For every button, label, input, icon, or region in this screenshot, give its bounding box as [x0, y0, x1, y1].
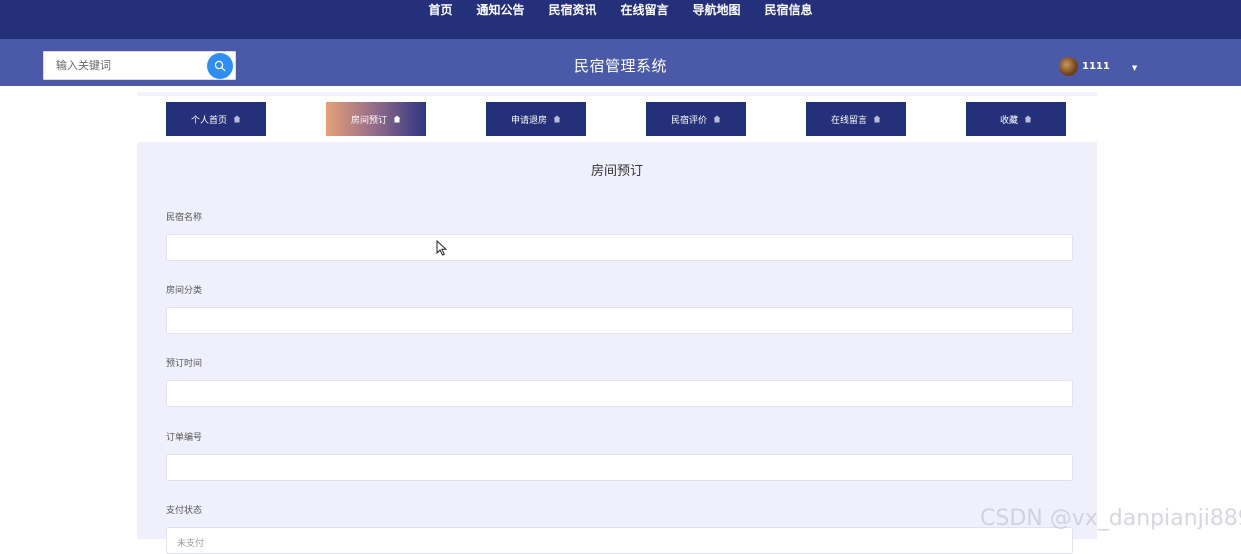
- field-value: 未支付: [177, 539, 205, 549]
- home-icon: [873, 115, 881, 123]
- tab-label: 申请退房: [510, 115, 547, 126]
- tab-label: 收藏: [999, 115, 1018, 126]
- booking-form-panel: 房间预订 民宿名称 房间分类 预订时间 订单编号 支付状态 未支付: [137, 142, 1097, 554]
- room-category-field[interactable]: [166, 307, 1073, 334]
- tab-checkout-request[interactable]: 申请退房: [486, 102, 586, 136]
- watermark: CSDN @vx_danpianji889: [980, 506, 1241, 531]
- top-navigation: 首页 通知公告 民宿资讯 在线留言 导航地图 民宿信息: [0, 0, 1241, 39]
- home-icon: [233, 115, 241, 123]
- field-label-room-category: 房间分类: [166, 286, 203, 296]
- center-tabs: 个人首页 房间预订 申请退房 民宿评价 在线留言 收藏: [137, 96, 1097, 142]
- home-icon: [393, 115, 401, 123]
- tab-favorites[interactable]: 收藏: [966, 102, 1066, 136]
- field-label-order-number: 订单编号: [166, 433, 203, 443]
- field-label-homestay-name: 民宿名称: [166, 213, 203, 223]
- tab-label: 民宿评价: [670, 115, 707, 126]
- nav-item-map[interactable]: 导航地图: [693, 1, 741, 18]
- home-icon: [1024, 115, 1032, 123]
- payment-status-field[interactable]: 未支付: [166, 527, 1073, 554]
- tab-homestay-review[interactable]: 民宿评价: [646, 102, 746, 136]
- tab-label: 在线留言: [830, 115, 867, 126]
- username: 1111: [1082, 61, 1110, 72]
- mouse-pointer-icon: [436, 240, 448, 256]
- nav-item-home[interactable]: 首页: [428, 1, 452, 18]
- nav-item-notices[interactable]: 通知公告: [476, 1, 524, 18]
- field-label-booking-time: 预订时间: [166, 359, 203, 369]
- tab-label: 房间预订: [350, 115, 387, 126]
- homestay-name-field[interactable]: [166, 234, 1073, 261]
- home-icon: [713, 115, 721, 123]
- avatar: [1059, 57, 1078, 76]
- home-icon: [553, 115, 561, 123]
- tab-room-booking[interactable]: 房间预订: [326, 102, 426, 136]
- order-number-field[interactable]: [166, 454, 1073, 481]
- tab-label: 个人首页: [190, 115, 227, 126]
- header-bar: 民宿管理系统 1111 ▼: [0, 39, 1241, 86]
- nav-item-homestays[interactable]: 民宿信息: [765, 1, 813, 18]
- booking-time-field[interactable]: [166, 380, 1073, 407]
- site-title: 民宿管理系统: [573, 57, 667, 75]
- user-menu[interactable]: 1111 ▼: [1059, 57, 1137, 76]
- tab-personal-home[interactable]: 个人首页: [166, 102, 266, 136]
- tab-online-message[interactable]: 在线留言: [806, 102, 906, 136]
- nav-item-news[interactable]: 民宿资讯: [548, 1, 596, 18]
- form-title: 房间预订: [590, 164, 643, 179]
- nav-item-messages[interactable]: 在线留言: [621, 1, 669, 18]
- caret-down-icon: ▼: [1131, 63, 1138, 72]
- field-label-payment-status: 支付状态: [166, 506, 203, 516]
